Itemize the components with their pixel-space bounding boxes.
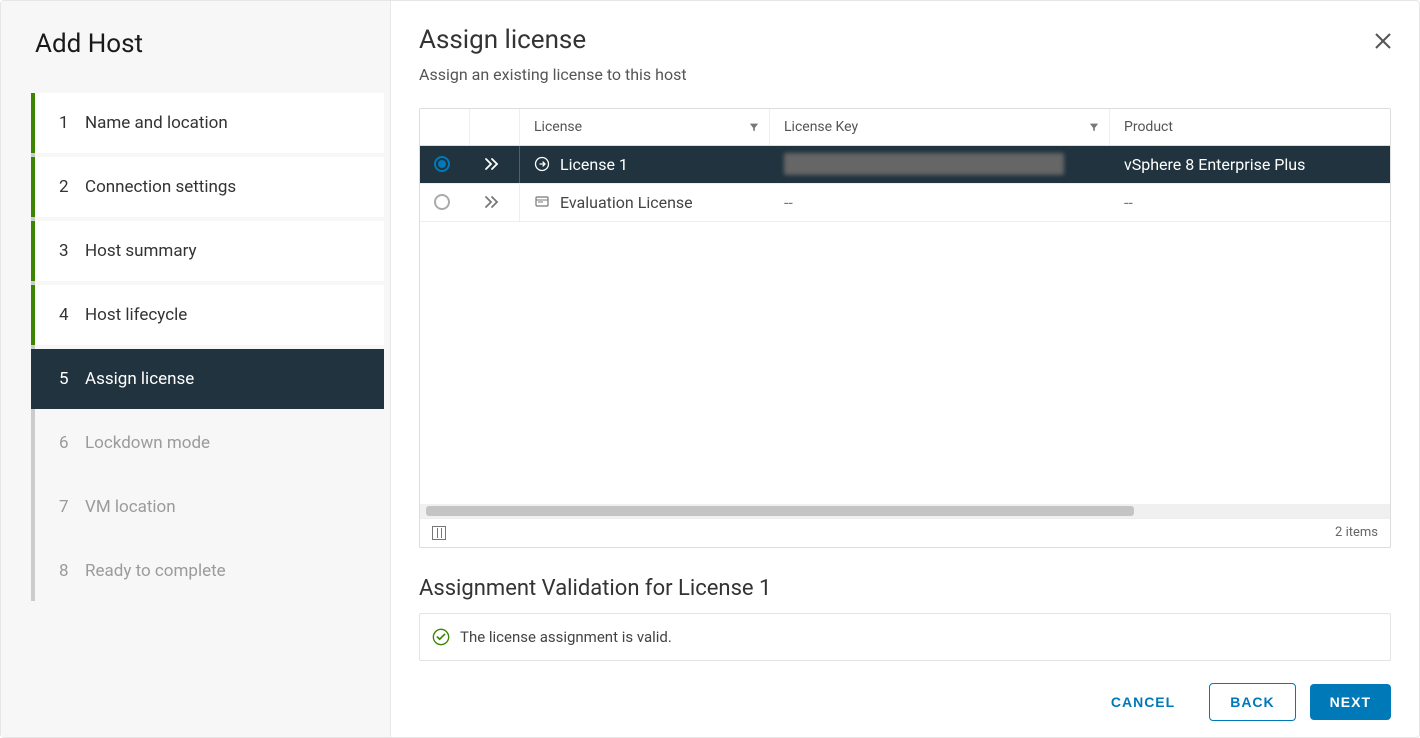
cell-product: -- <box>1110 184 1390 221</box>
horizontal-scrollbar[interactable] <box>420 504 1390 518</box>
table-footer: 2 items <box>420 518 1390 547</box>
step-label: VM location <box>85 497 176 517</box>
wizard-main: Assign license Assign an existing licens… <box>391 1 1419 737</box>
filter-icon[interactable] <box>749 122 759 132</box>
col-license[interactable]: License <box>520 109 770 145</box>
license-key-redacted <box>784 153 1064 175</box>
chevron-double-right-icon <box>484 157 500 171</box>
cell-license-key <box>770 146 1110 183</box>
validation-status: The license assignment is valid. <box>419 613 1391 661</box>
table-row[interactable]: Evaluation License -- -- <box>420 184 1390 222</box>
close-button[interactable] <box>1373 31 1393 51</box>
page-title: Assign license <box>419 25 1391 55</box>
wizard-title: Add Host <box>31 29 390 59</box>
license-name: License 1 <box>560 155 628 174</box>
items-count: 2 items <box>1335 525 1378 540</box>
validation-message: The license assignment is valid. <box>460 628 672 646</box>
cell-license-name: Evaluation License <box>520 184 770 221</box>
evaluation-license-icon <box>534 194 550 210</box>
table-row[interactable]: License 1 vSphere 8 Enterprise Plus <box>420 146 1390 184</box>
chevron-double-right-icon <box>484 195 500 209</box>
col-select <box>420 109 470 145</box>
step-number: 3 <box>59 241 85 261</box>
wizard-steps: 1 Name and location 2 Connection setting… <box>31 93 390 601</box>
validation-title: Assignment Validation for License 1 <box>419 576 1391 601</box>
col-label: Product <box>1124 119 1173 135</box>
close-icon <box>1373 31 1393 51</box>
step-vm-location: 7 VM location <box>39 477 384 537</box>
step-label: Assign license <box>85 369 194 389</box>
next-button[interactable]: NEXT <box>1310 684 1391 720</box>
step-number: 6 <box>59 433 85 453</box>
step-number: 7 <box>59 497 85 517</box>
license-key: -- <box>784 193 793 212</box>
page-subtitle: Assign an existing license to this host <box>419 65 1391 84</box>
col-product[interactable]: Product <box>1110 109 1390 145</box>
step-label: Connection settings <box>85 177 236 197</box>
wizard-footer: CANCEL BACK NEXT <box>419 661 1391 721</box>
step-label: Name and location <box>85 113 228 133</box>
table-body: License 1 vSphere 8 Enterprise Plus <box>420 146 1390 504</box>
license-name: Evaluation License <box>560 193 693 212</box>
cell-expand[interactable] <box>470 146 520 183</box>
radio-unselected[interactable] <box>434 194 450 210</box>
cell-radio[interactable] <box>420 184 470 221</box>
wizard-sidebar: Add Host 1 Name and location 2 Connectio… <box>1 1 391 737</box>
license-table: License License Key Product <box>419 108 1391 548</box>
step-label: Ready to complete <box>85 561 226 581</box>
step-number: 1 <box>59 113 85 133</box>
product-name: -- <box>1124 193 1133 212</box>
cancel-button[interactable]: CANCEL <box>1091 684 1195 720</box>
step-lockdown-mode: 6 Lockdown mode <box>39 413 384 473</box>
step-label: Lockdown mode <box>85 433 210 453</box>
product-name: vSphere 8 Enterprise Plus <box>1124 155 1305 174</box>
col-expand <box>470 109 520 145</box>
step-name-location[interactable]: 1 Name and location <box>31 93 384 153</box>
step-number: 5 <box>59 369 85 389</box>
cell-expand[interactable] <box>470 184 520 221</box>
step-label: Host lifecycle <box>85 305 187 325</box>
cell-license-key: -- <box>770 184 1110 221</box>
back-button[interactable]: BACK <box>1209 683 1295 721</box>
step-host-summary[interactable]: 3 Host summary <box>31 221 384 281</box>
step-number: 2 <box>59 177 85 197</box>
step-host-lifecycle[interactable]: 4 Host lifecycle <box>31 285 384 345</box>
radio-selected[interactable] <box>434 156 450 172</box>
table-header: License License Key Product <box>420 109 1390 146</box>
step-number: 8 <box>59 561 85 581</box>
license-assigned-icon <box>534 156 550 172</box>
col-label: License <box>534 119 582 135</box>
step-assign-license[interactable]: 5 Assign license <box>31 349 384 409</box>
success-check-icon <box>432 628 450 646</box>
column-toggle-button[interactable] <box>432 526 446 540</box>
col-license-key[interactable]: License Key <box>770 109 1110 145</box>
cell-radio[interactable] <box>420 146 470 183</box>
col-label: License Key <box>784 119 858 135</box>
scrollbar-thumb[interactable] <box>426 506 1134 516</box>
step-label: Host summary <box>85 241 197 261</box>
step-ready-complete: 8 Ready to complete <box>39 541 384 601</box>
step-number: 4 <box>59 305 85 325</box>
cell-product: vSphere 8 Enterprise Plus <box>1110 146 1390 183</box>
cell-license-name: License 1 <box>520 146 770 183</box>
add-host-wizard: Add Host 1 Name and location 2 Connectio… <box>0 0 1420 738</box>
filter-icon[interactable] <box>1089 122 1099 132</box>
step-connection-settings[interactable]: 2 Connection settings <box>31 157 384 217</box>
